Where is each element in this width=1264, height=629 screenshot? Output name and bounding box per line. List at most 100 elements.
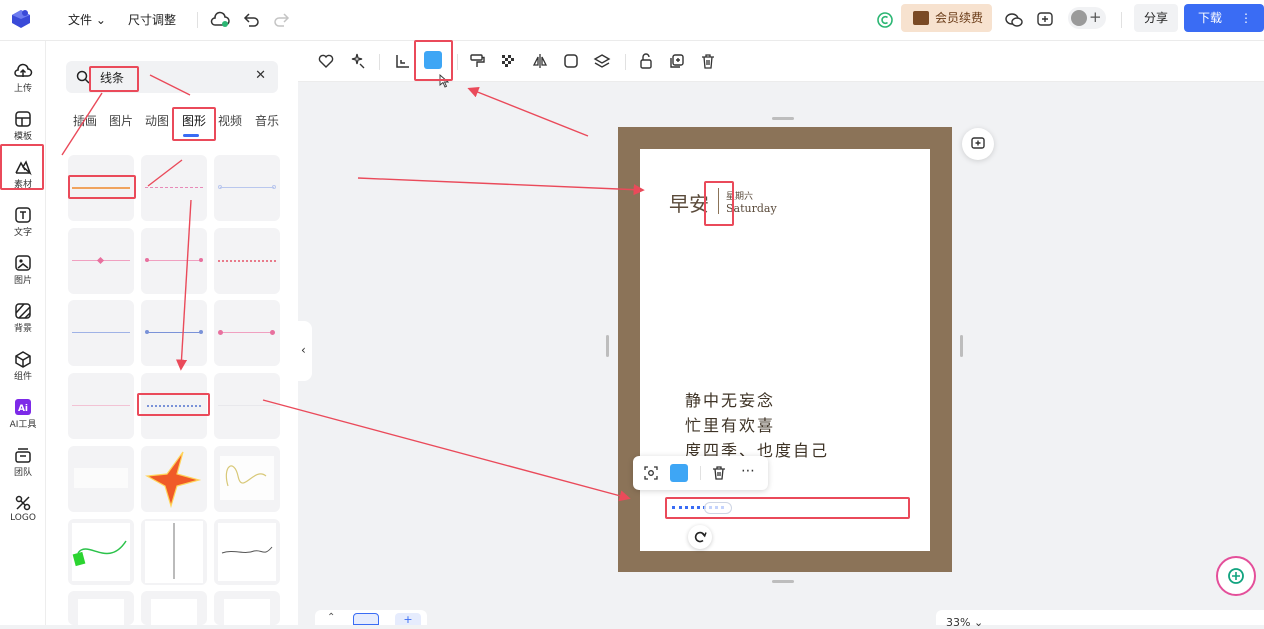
upload-icon	[14, 63, 33, 77]
shape-thumb-pink-arrow-line[interactable]	[141, 228, 207, 294]
resize-handle-bottom[interactable]	[772, 580, 794, 583]
nav-item-team[interactable]: 团队	[0, 441, 46, 485]
nav-item-text[interactable]: 文字	[0, 201, 46, 245]
resize-menu[interactable]: 尺寸调整	[128, 11, 176, 28]
shape-thumb-pink-diamond-line[interactable]	[68, 228, 134, 294]
app-logo-icon[interactable]	[9, 7, 33, 31]
floating-toolbar: ⋯	[633, 456, 768, 490]
nav-item-component[interactable]: 组件	[0, 345, 46, 389]
collaborators[interactable]: +	[1068, 7, 1106, 29]
tab-illustration[interactable]: 插画	[73, 112, 97, 129]
favorite-icon[interactable]	[317, 52, 335, 70]
magic-icon[interactable]	[348, 52, 366, 70]
annotation-box-color-swatch	[414, 40, 453, 81]
tab-picture[interactable]: 图片	[109, 112, 133, 129]
resize-handle-left[interactable]	[606, 335, 609, 357]
format-paint-icon[interactable]	[468, 52, 486, 70]
add-page-button[interactable]	[962, 128, 994, 160]
layers-icon[interactable]	[593, 52, 611, 70]
border-radius-icon[interactable]	[562, 52, 580, 70]
redo-icon[interactable]	[271, 9, 293, 31]
delete-icon[interactable]	[699, 52, 717, 70]
vip-label: 会员续费	[935, 11, 984, 25]
divider	[700, 466, 701, 480]
share-button[interactable]: 分享	[1134, 4, 1178, 32]
tab-animation[interactable]: 动图	[145, 112, 169, 129]
divider	[457, 54, 458, 70]
nav-label: 背景	[13, 324, 32, 334]
duplicate-icon[interactable]	[668, 52, 686, 70]
nav-item-template[interactable]: 模板	[0, 105, 46, 149]
more-options-icon[interactable]: ⋯	[741, 463, 756, 479]
shape-thumb-partial[interactable]	[68, 591, 134, 625]
nav-item-logo[interactable]: LOGO	[0, 489, 46, 533]
tab-music[interactable]: 音乐	[255, 112, 279, 129]
shape-thumb-pink-dot-line[interactable]	[214, 300, 280, 366]
flip-icon[interactable]	[531, 52, 549, 70]
nav-item-image[interactable]: 图片	[0, 249, 46, 293]
download-more-icon[interactable]: ⋮	[1240, 4, 1252, 32]
chevron-up-icon[interactable]: ⌃	[327, 612, 335, 623]
avatar	[1071, 10, 1087, 26]
delete-icon[interactable]	[711, 465, 727, 481]
crop-scan-icon[interactable]	[643, 465, 659, 481]
line-style-icon[interactable]	[394, 52, 412, 70]
shape-thumb-green-tag[interactable]	[68, 519, 134, 585]
shape-thumb-faint-line[interactable]	[214, 373, 280, 439]
zoom-level[interactable]: 33% ⌄	[946, 616, 983, 629]
wechat-icon[interactable]	[1003, 9, 1025, 31]
resize-handle-top[interactable]	[772, 117, 794, 120]
shape-thumb-vertical-line[interactable]	[141, 519, 207, 585]
clear-search-icon[interactable]: ✕	[255, 68, 266, 83]
cloud-save-icon[interactable]	[209, 9, 231, 31]
poem-line-2[interactable]: 忙里有欢喜	[685, 412, 775, 436]
shape-thumb-blue-arrow-line[interactable]	[141, 300, 207, 366]
collapse-panel-button[interactable]: ‹	[298, 321, 312, 381]
download-button[interactable]: 下载 ⋮	[1184, 4, 1264, 32]
transparency-icon[interactable]	[499, 52, 517, 70]
nav-item-upload[interactable]: 上传	[0, 57, 46, 101]
nav-label: 组件	[13, 372, 32, 382]
undo-icon[interactable]	[240, 9, 262, 31]
shape-thumb-pink-dotted-line[interactable]	[141, 155, 207, 221]
color-swatch[interactable]	[670, 464, 688, 482]
file-menu[interactable]: 文件 ⌄	[68, 11, 106, 28]
top-bar: 文件 ⌄ 尺寸调整 会员续费 + 分享 下载 ⋮	[0, 0, 1264, 41]
shape-thumb-pink-thin-line[interactable]	[68, 373, 134, 439]
shape-thumb-partial[interactable]	[214, 591, 280, 625]
shape-thumb-red-dashed-line[interactable]	[214, 228, 280, 294]
divider	[1121, 12, 1122, 28]
annotation-box-blue-dotted-line	[137, 393, 210, 416]
rotate-button[interactable]	[688, 525, 712, 549]
assistant-button[interactable]	[1216, 556, 1256, 596]
nav-item-background[interactable]: 背景	[0, 297, 46, 341]
shape-thumb-wave-line[interactable]	[214, 519, 280, 585]
copyright-icon[interactable]	[874, 9, 896, 31]
shape-thumb-blank[interactable]	[68, 446, 134, 512]
ai-assistant-icon	[1228, 568, 1244, 584]
vip-crown-icon	[913, 11, 929, 25]
shape-thumb-blue-dot-line[interactable]	[214, 155, 280, 221]
annotation-box-divider	[704, 181, 734, 226]
annotation-box-orange-line	[68, 175, 136, 199]
shape-thumb-partial[interactable]	[141, 591, 207, 625]
shape-thumb-blue-line[interactable]	[68, 300, 134, 366]
nav-label: AI工具	[9, 420, 37, 430]
nav-label: 图片	[13, 276, 32, 286]
page-thumb-current[interactable]	[353, 613, 379, 625]
unlock-icon[interactable]	[637, 52, 655, 70]
vip-renew-button[interactable]: 会员续费	[901, 4, 992, 32]
chevron-left-icon: ‹	[301, 343, 306, 357]
shape-thumb-squiggle[interactable]	[214, 446, 280, 512]
greeting-text[interactable]: 早安	[669, 188, 709, 217]
annotation-box-material-nav	[0, 144, 44, 190]
add-page-icon[interactable]: +	[395, 613, 421, 626]
poem-line-1[interactable]: 静中无妄念	[685, 387, 775, 411]
shape-thumb-star[interactable]	[141, 446, 207, 512]
annotation-box-selected-line	[665, 497, 910, 519]
tab-video[interactable]: 视频	[218, 112, 242, 129]
nav-label: 团队	[13, 468, 32, 478]
nav-item-ai[interactable]: Ai AI工具	[0, 393, 46, 437]
add-comment-icon[interactable]	[1034, 9, 1056, 31]
resize-handle-right[interactable]	[960, 335, 963, 357]
